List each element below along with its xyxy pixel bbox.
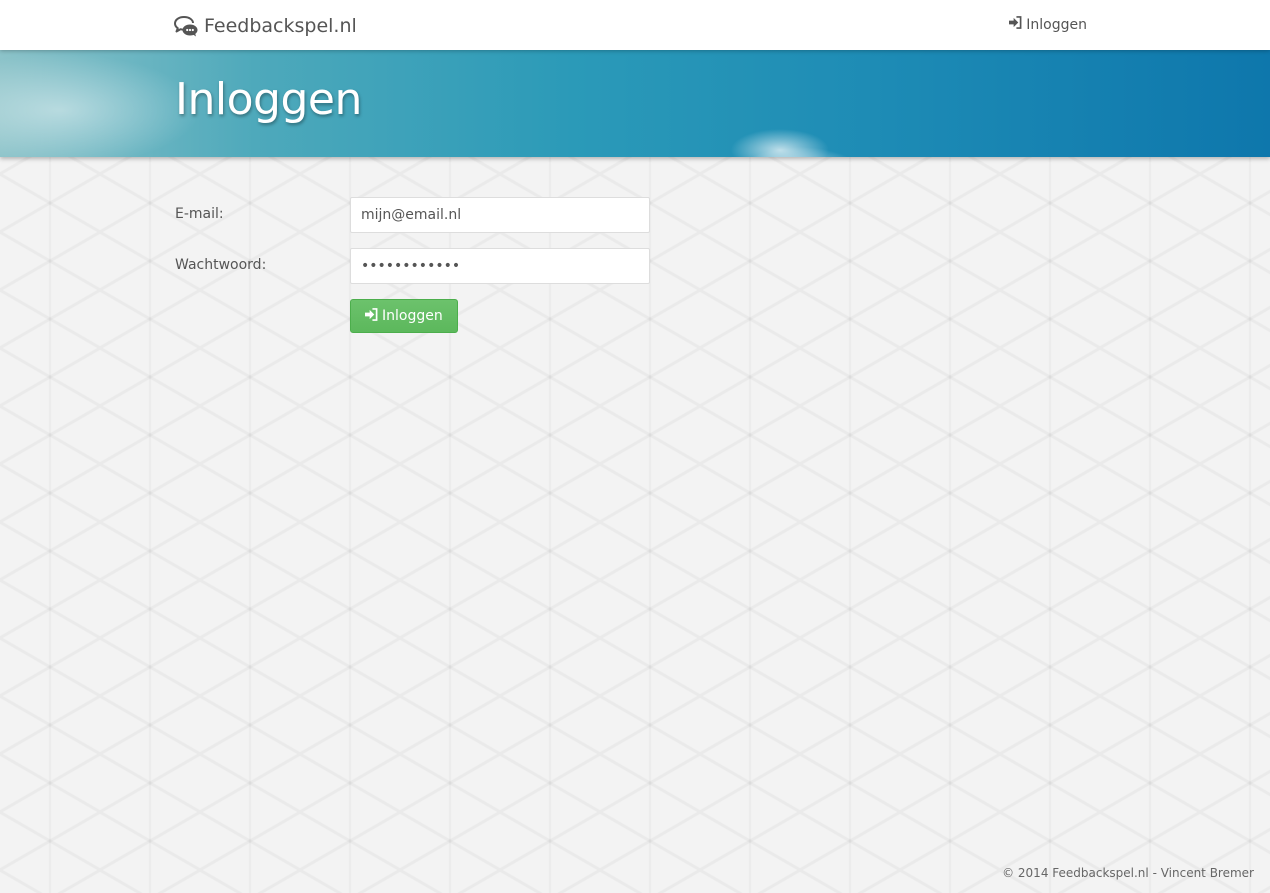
header-banner: Inloggen [0, 50, 1270, 157]
brand-link[interactable]: Feedbackspel.nl [174, 12, 357, 40]
login-button-label: Inloggen [382, 308, 443, 324]
sign-in-icon [1009, 16, 1022, 33]
chat-bubbles-icon [174, 15, 198, 37]
navbar: Feedbackspel.nl Inloggen [0, 0, 1270, 50]
password-label: Wachtwoord: [175, 257, 267, 273]
email-label: E-mail: [175, 206, 224, 222]
login-button[interactable]: Inloggen [350, 299, 458, 333]
sign-in-icon [365, 307, 378, 325]
email-row: E-mail: [175, 197, 655, 233]
page-title: Inloggen [175, 74, 362, 125]
password-field[interactable] [350, 248, 650, 284]
brand-name: Feedbackspel.nl [204, 15, 357, 37]
footer-copyright: © 2014 Feedbackspel.nl - Vincent Bremer [1002, 866, 1254, 880]
login-form: E-mail: Wachtwoord: Inloggen [175, 197, 655, 333]
email-field[interactable] [350, 197, 650, 233]
nav-login-link[interactable]: Inloggen [1009, 16, 1087, 33]
nav-login-label: Inloggen [1026, 16, 1087, 33]
password-row: Wachtwoord: [175, 248, 655, 284]
